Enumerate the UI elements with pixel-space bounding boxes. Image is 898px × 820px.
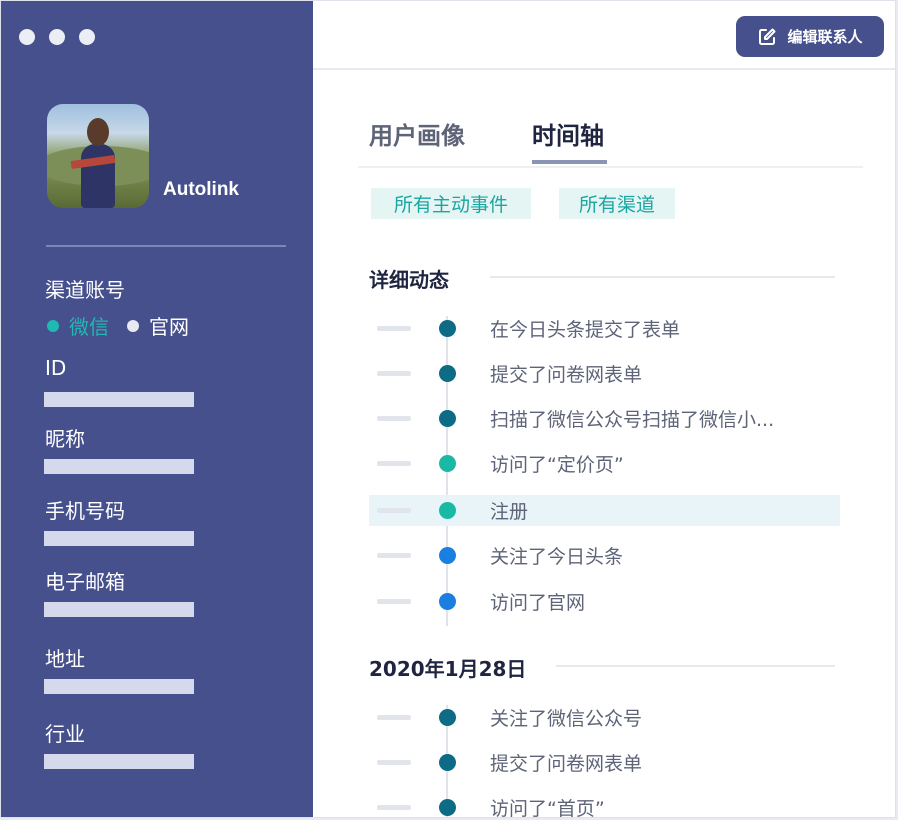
timeline-event[interactable]: 扫描了微信公众号扫描了微信小... [369,403,840,434]
event-dot [439,410,456,427]
event-dot [439,320,456,337]
section-rule [556,665,835,667]
edit-contact-button[interactable]: 编辑联系人 [736,16,884,57]
field-label-id: ID [45,356,67,380]
field-value-id [44,392,194,407]
channel-account-label: 渠道账号 [45,278,125,302]
event-dot [439,709,456,726]
event-dot [439,547,456,564]
event-text: 提交了问卷网表单 [490,364,643,386]
window-maximize-dot[interactable] [79,29,95,45]
field-label-industry: 行业 [45,722,85,746]
window-controls [19,29,95,45]
app-window: Autolink 渠道账号 微信 官网 ID 昵称 手机号码 电子邮箱 地址 行… [0,0,896,818]
event-text: 扫描了微信公众号扫描了微信小... [490,409,775,431]
window-close-dot[interactable] [19,29,35,45]
field-label-address: 地址 [45,647,85,671]
timeline-event[interactable]: 提交了问卷网表单 [369,747,840,778]
field-value-address [44,679,194,694]
channel-list: 微信 官网 [47,311,207,340]
event-text: 访问了“首页” [490,798,605,818]
tab-active-indicator [532,160,607,164]
timeline-event[interactable]: 访问了“定价页” [369,448,840,479]
event-dot [439,365,456,382]
channel-label: 微信 [69,315,109,339]
filter-all-channels[interactable]: 所有渠道 [559,188,675,219]
contact-sidebar: Autolink 渠道账号 微信 官网 ID 昵称 手机号码 电子邮箱 地址 行… [1,1,313,817]
event-text: 提交了问卷网表单 [490,753,643,775]
channel-inactive-dot [127,319,139,332]
event-dot [439,593,456,610]
field-label-email: 电子邮箱 [45,570,125,594]
event-time-placeholder [377,599,411,604]
field-label-phone: 手机号码 [45,499,125,523]
tab-timeline[interactable]: 时间轴 [532,116,604,151]
edit-icon [757,27,777,47]
event-text: 访问了官网 [490,592,586,614]
field-value-nickname [44,459,194,474]
timeline-event[interactable]: 关注了微信公众号 [369,702,840,733]
event-time-placeholder [377,508,411,513]
avatar [47,104,149,208]
event-text: 访问了“定价页” [490,454,624,476]
username: Autolink [163,179,239,200]
event-dot [439,799,456,816]
channel-wechat[interactable]: 微信 [47,311,109,340]
event-time-placeholder [377,553,411,558]
tab-user-profile[interactable]: 用户画像 [369,116,465,151]
event-time-placeholder [377,416,411,421]
section-title-date: 2020年1月28日 [369,657,527,681]
event-text: 关注了今日头条 [490,546,624,568]
timeline-event[interactable]: 关注了今日头条 [369,540,840,571]
event-time-placeholder [377,760,411,765]
section-title-details: 详细动态 [369,268,449,292]
event-dot [439,502,456,519]
event-time-placeholder [377,715,411,720]
field-value-phone [44,531,194,546]
event-time-placeholder [377,371,411,376]
sidebar-divider [46,245,286,247]
timeline-event[interactable]: 提交了问卷网表单 [369,358,840,389]
field-value-industry [44,754,194,769]
event-text: 关注了微信公众号 [490,708,643,730]
field-value-email [44,602,194,617]
channel-label: 官网 [149,315,189,339]
timeline-event-highlighted[interactable]: 注册 [369,495,840,526]
timeline-event[interactable]: 访问了官网 [369,586,840,617]
event-dot [439,754,456,771]
timeline-event[interactable]: 在今日头条提交了表单 [369,313,840,344]
channel-website[interactable]: 官网 [127,311,189,340]
header-divider [313,68,895,70]
event-time-placeholder [377,805,411,810]
timeline-event[interactable]: 访问了“首页” [369,792,840,818]
edit-contact-label: 编辑联系人 [787,28,863,46]
channel-active-dot [47,319,59,332]
field-label-nickname: 昵称 [45,427,85,451]
filter-all-events[interactable]: 所有主动事件 [371,188,531,219]
event-text: 注册 [490,501,529,523]
event-time-placeholder [377,461,411,466]
event-text: 在今日头条提交了表单 [490,319,681,341]
section-rule [490,276,835,278]
event-time-placeholder [377,326,411,331]
tabs-divider [358,166,863,168]
event-dot [439,455,456,472]
window-minimize-dot[interactable] [49,29,65,45]
